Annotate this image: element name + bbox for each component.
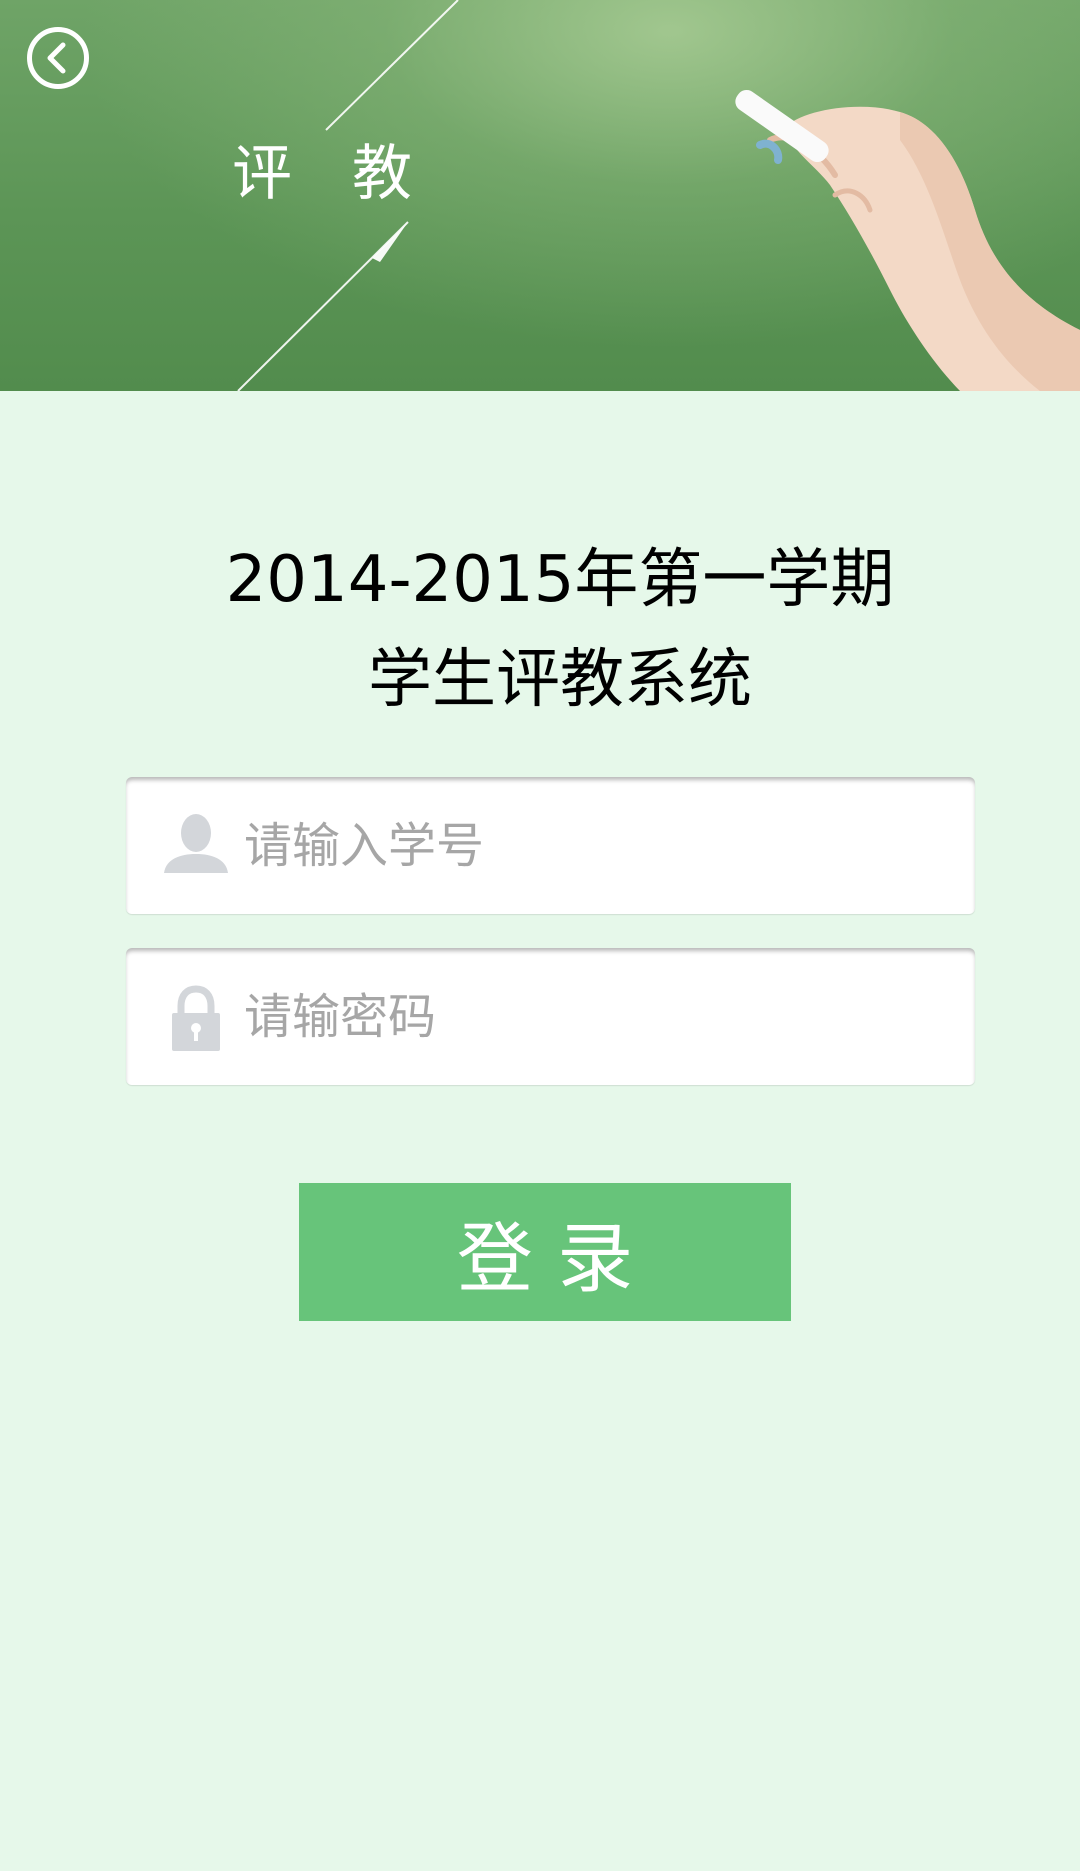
lock-icon: [172, 985, 220, 1051]
chalkboard-decoration: [237, 0, 1080, 391]
user-icon: [164, 814, 228, 873]
hand-with-chalk-image: [735, 89, 1080, 391]
password-field-container: [126, 948, 975, 1085]
back-arrow-icon: [47, 42, 66, 74]
student-id-input[interactable]: [242, 777, 944, 914]
system-title: 学生评教系统: [368, 643, 752, 717]
login-button[interactable]: 登 录: [299, 1183, 791, 1321]
semester-title: 2014-2015年第一学期: [225, 543, 895, 617]
page-heading: 2014-2015年第一学期 学生评教系统: [0, 530, 1080, 730]
password-input[interactable]: [242, 948, 944, 1085]
back-button[interactable]: [27, 27, 89, 89]
banner-title: 评 教: [232, 139, 412, 209]
student-id-field-container: [126, 777, 975, 914]
header-banner: 评 教: [0, 0, 1080, 391]
